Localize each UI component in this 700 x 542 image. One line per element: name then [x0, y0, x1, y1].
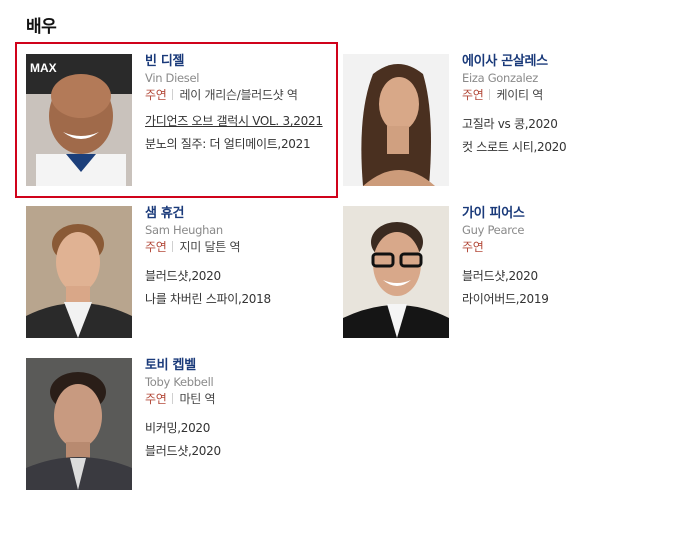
work-link[interactable]: 컷 스로트 시티,2020 [462, 136, 662, 159]
work-link[interactable]: 분노의 질주: 더 얼티메이트,2021 [145, 133, 345, 156]
role-description: 케이티 역 [496, 88, 543, 102]
actor-photo[interactable] [26, 358, 132, 490]
actor-name-english: Eiza Gonzalez [462, 71, 538, 85]
actor-name-korean[interactable]: 에이사 곤살레스 [462, 54, 662, 70]
actor-name-korean[interactable]: 가이 피어스 [462, 206, 662, 222]
divider [489, 89, 491, 100]
actor-photo[interactable] [26, 206, 132, 338]
actor-photo[interactable]: MAX [26, 54, 132, 186]
role-description: 마틴 역 [179, 392, 216, 406]
actor-photo[interactable] [343, 206, 449, 338]
actor-role: 주연 케이티 역 [462, 87, 662, 104]
work-link[interactable]: 라이어버드,2019 [462, 288, 662, 311]
actor-card-guy-pearce: 가이 피어스 Guy Pearce 주연 블러드샷,2020 라이어버드,201… [343, 206, 663, 346]
actor-card-eiza-gonzalez: 에이사 곤살레스 Eiza Gonzalez 주연 케이티 역 고질라 vs 콩,… [343, 54, 663, 194]
actor-photo[interactable] [343, 54, 449, 186]
actor-role: 주연 지미 달튼 역 [145, 239, 345, 256]
work-link[interactable]: 비커밍,2020 [145, 417, 345, 440]
actor-name-english: Toby Kebbell [145, 375, 214, 389]
actor-role: 주연 레이 개리슨/블러드샷 역 [145, 87, 345, 104]
role-type: 주연 [462, 240, 484, 254]
divider [172, 393, 174, 404]
actor-role: 주연 마틴 역 [145, 391, 345, 408]
work-link[interactable]: 블러드샷,2020 [145, 265, 345, 288]
divider [172, 89, 174, 100]
actor-card-toby-kebbell: 토비 켑벨 Toby Kebbell 주연 마틴 역 비커밍,2020 블러드샷,… [26, 358, 346, 498]
work-link[interactable]: 고질라 vs 콩,2020 [462, 113, 662, 136]
work-link[interactable]: 나를 차버린 스파이,2018 [145, 288, 345, 311]
actor-name-korean[interactable]: 토비 켑벨 [145, 358, 345, 374]
actor-card-vin-diesel: MAX 빈 디젤 Vin Diesel 주연 레이 개리슨/블러드샷 역 가디언즈… [26, 54, 346, 194]
role-description: 지미 달튼 역 [179, 240, 241, 254]
divider [172, 241, 174, 252]
work-link[interactable]: 블러드샷,2020 [462, 265, 662, 288]
role-description: 레이 개리슨/블러드샷 역 [179, 88, 298, 102]
actor-name-english: Guy Pearce [462, 223, 525, 237]
actor-name-english: Vin Diesel [145, 71, 200, 85]
work-link[interactable]: 가디언즈 오브 갤럭시 VOL. 3,2021 [145, 110, 345, 133]
role-type: 주연 [145, 240, 167, 254]
work-link[interactable]: 블러드샷,2020 [145, 440, 345, 463]
actor-name-korean[interactable]: 빈 디젤 [145, 54, 345, 70]
actor-card-sam-heughan: 샘 휴건 Sam Heughan 주연 지미 달튼 역 블러드샷,2020 나를 … [26, 206, 346, 346]
role-type: 주연 [462, 88, 484, 102]
svg-text:MAX: MAX [30, 61, 57, 75]
actor-role: 주연 [462, 239, 662, 256]
actor-name-english: Sam Heughan [145, 223, 223, 237]
actor-name-korean[interactable]: 샘 휴건 [145, 206, 345, 222]
section-title: 배우 [26, 17, 57, 37]
role-type: 주연 [145, 88, 167, 102]
role-type: 주연 [145, 392, 167, 406]
